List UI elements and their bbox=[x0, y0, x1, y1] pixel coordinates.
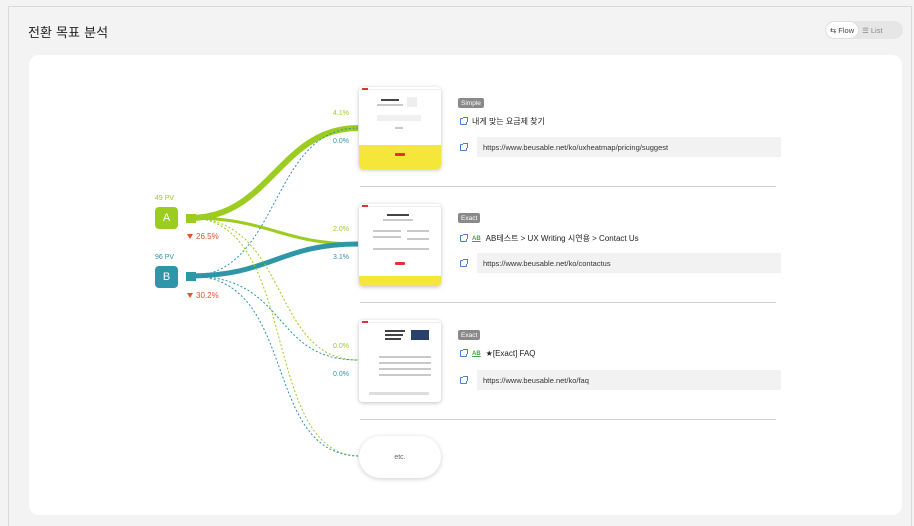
goal2-rate-b: 3.1% bbox=[333, 254, 349, 261]
flow-b-etc-dotted bbox=[189, 275, 361, 457]
goal2-thumbnail[interactable] bbox=[359, 204, 441, 286]
goal2-url-row: https://www.beusable.net/ko/contactus bbox=[460, 253, 781, 273]
external-link-icon[interactable] bbox=[460, 349, 468, 357]
separator bbox=[360, 186, 776, 187]
goal1-header: 내게 맞는 요금제 찾기 bbox=[460, 116, 545, 127]
external-link-icon[interactable] bbox=[460, 142, 468, 151]
drop-arrow-icon bbox=[187, 234, 193, 239]
variant-a-drop: 26.5% bbox=[187, 232, 219, 241]
goal3-match-tag: Exact bbox=[458, 330, 481, 340]
variant-b-drop: 30.2% bbox=[187, 291, 219, 300]
etc-node[interactable]: etc. bbox=[359, 436, 441, 478]
goal3-thumbnail[interactable] bbox=[359, 320, 441, 402]
drop-arrow-icon bbox=[187, 293, 193, 298]
separator bbox=[360, 419, 776, 420]
variant-a-node[interactable]: A bbox=[155, 207, 178, 229]
ab-test-icon: AB bbox=[472, 350, 481, 357]
goal1-url-row: https://www.beusable.net/ko/uxheatmap/pr… bbox=[460, 137, 781, 157]
goal1-thumbnail[interactable] bbox=[359, 87, 441, 169]
ab-test-icon: AB bbox=[472, 235, 481, 242]
variant-a-pv: 49 PV bbox=[155, 195, 175, 202]
goal3-header: AB ★[Exact] FAQ bbox=[460, 349, 536, 358]
separator bbox=[360, 302, 776, 303]
goal1-rate-b: 0.0% bbox=[333, 138, 349, 145]
goal2-header: AB AB테스트 > UX Writing 시연용 > Contact Us bbox=[460, 233, 639, 244]
variant-b-pv: 96 PV bbox=[155, 254, 175, 261]
variant-a-drop-rate: 26.5% bbox=[196, 232, 219, 241]
external-link-icon[interactable] bbox=[460, 234, 468, 242]
goal2-rate-a: 2.0% bbox=[333, 226, 349, 233]
goal2-match-tag: Exact bbox=[458, 213, 481, 223]
goal3-rate-a: 0.0% bbox=[333, 343, 349, 350]
goal2-url[interactable]: https://www.beusable.net/ko/contactus bbox=[477, 253, 781, 273]
variant-b-drop-rate: 30.2% bbox=[196, 291, 219, 300]
goal1-url[interactable]: https://www.beusable.net/ko/uxheatmap/pr… bbox=[477, 137, 781, 157]
goal1-rate-a: 4.1% bbox=[333, 110, 349, 117]
goal3-url[interactable]: https://www.beusable.net/ko/faq bbox=[477, 370, 781, 390]
goal3-title: ★[Exact] FAQ bbox=[485, 349, 536, 358]
variant-b-node[interactable]: B bbox=[155, 266, 178, 288]
external-link-icon[interactable] bbox=[460, 117, 468, 125]
goal3-rate-b: 0.0% bbox=[333, 371, 349, 378]
goal3-url-row: https://www.beusable.net/ko/faq bbox=[460, 370, 781, 390]
goal1-title: 내게 맞는 요금제 찾기 bbox=[472, 117, 545, 126]
external-link-icon[interactable] bbox=[460, 258, 468, 267]
goal1-match-tag: Simple bbox=[458, 98, 484, 108]
external-link-icon[interactable] bbox=[460, 375, 468, 384]
goal2-title: AB테스트 > UX Writing 시연용 > Contact Us bbox=[485, 234, 639, 243]
